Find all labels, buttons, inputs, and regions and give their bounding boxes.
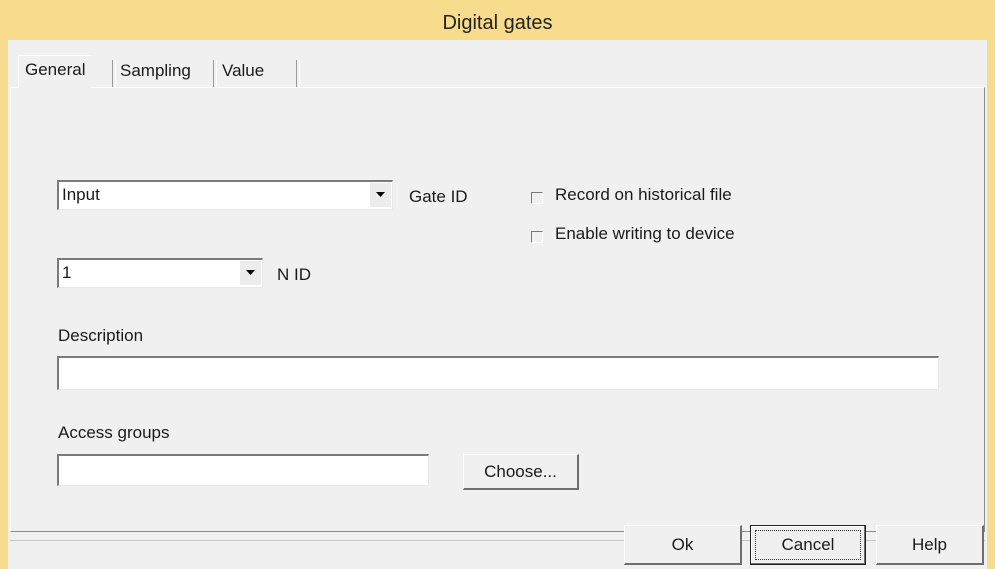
tab-sampling-label: Sampling (120, 61, 191, 80)
node-id-label: N ID (277, 265, 311, 284)
choose-button-label: Choose... (484, 462, 557, 481)
general-tab-panel: Input Gate ID Record on historical file … (10, 87, 985, 532)
record-historical-label: Record on historical file (555, 185, 732, 204)
tab-value[interactable]: Value (216, 57, 270, 87)
node-id-combobox[interactable]: 1 (57, 258, 263, 288)
tab-general-label: General (25, 60, 86, 79)
choose-button[interactable]: Choose... (463, 454, 579, 490)
gate-id-label: Gate ID (409, 187, 468, 206)
help-button-label: Help (912, 535, 947, 554)
dialog-client-area: General Sampling Value Input Gate ID Rec… (8, 40, 987, 569)
ok-button[interactable]: Ok (624, 525, 742, 565)
tab-value-label: Value (222, 61, 265, 80)
gate-type-combobox[interactable]: Input (57, 180, 393, 210)
help-button[interactable]: Help (876, 525, 984, 565)
chevron-down-icon (246, 270, 255, 275)
description-input[interactable] (57, 356, 939, 390)
enable-writing-checkbox[interactable] (531, 231, 543, 243)
dialog-window: Digital gates General Sampling Value Inp… (0, 0, 995, 569)
tab-sampling[interactable]: Sampling (114, 57, 197, 87)
gate-type-dropdown-button[interactable] (369, 183, 391, 207)
gate-type-value: Input (62, 185, 100, 204)
cancel-button[interactable]: Cancel (750, 525, 866, 565)
description-label: Description (58, 326, 144, 345)
access-groups-label: Access groups (58, 423, 170, 442)
tab-general[interactable]: General (18, 55, 92, 88)
access-groups-input[interactable] (57, 454, 429, 486)
title-bar[interactable]: Digital gates (8, 6, 987, 40)
window-frame-right (987, 0, 995, 569)
record-historical-checkbox[interactable] (531, 192, 543, 204)
node-id-dropdown-button[interactable] (239, 261, 261, 285)
enable-writing-label: Enable writing to device (555, 224, 735, 243)
window-title: Digital gates (442, 12, 553, 34)
chevron-down-icon (376, 192, 385, 197)
window-frame-left (0, 0, 8, 569)
cancel-button-label: Cancel (781, 535, 835, 554)
ok-button-label: Ok (671, 535, 694, 554)
node-id-value: 1 (62, 263, 72, 282)
tab-separator (296, 60, 300, 88)
